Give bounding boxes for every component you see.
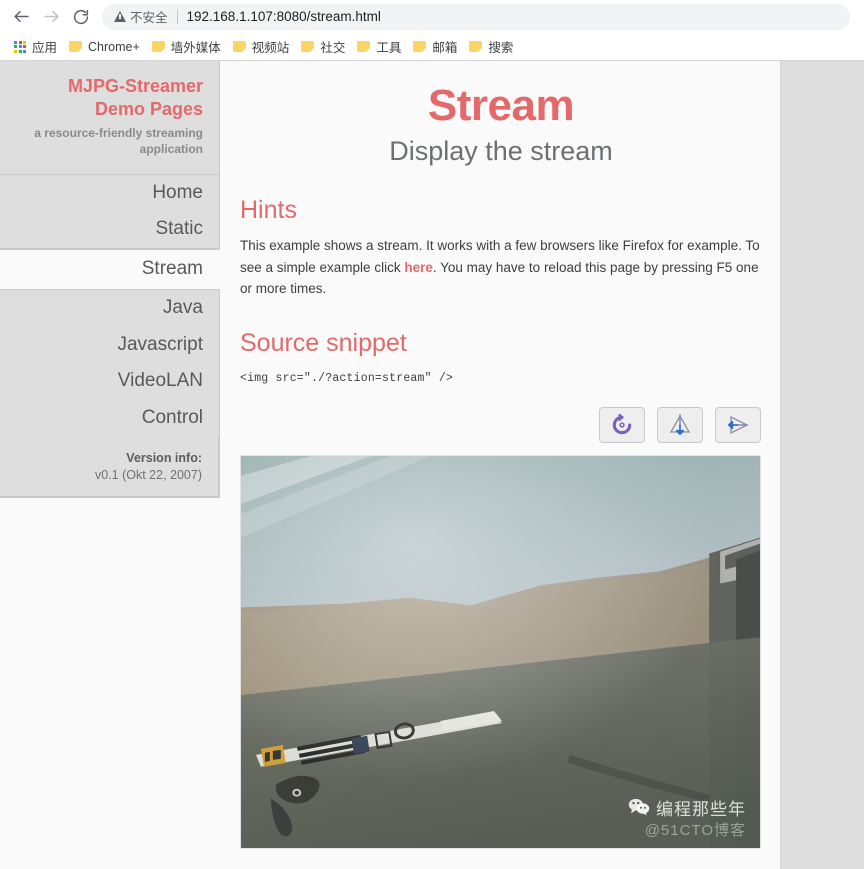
bookmarks-bar: 应用 Chrome+ 墙外媒体 视频站 社交 工具 邮箱 搜索 bbox=[0, 33, 864, 60]
main-content: Stream Display the stream Hints This exa… bbox=[221, 61, 780, 869]
sidebar-version-info: Version info: v0.1 (Okt 22, 2007) bbox=[0, 436, 219, 497]
flip-vertical-icon bbox=[669, 413, 691, 435]
sidebar: MJPG-Streamer Demo Pages a resource-frie… bbox=[0, 61, 220, 869]
stream-image-frame[interactable]: 编程那些年 @51CTO博客 bbox=[240, 454, 761, 849]
bookmark-label: Chrome+ bbox=[88, 39, 140, 54]
sidebar-item-stream[interactable]: Stream bbox=[0, 249, 220, 290]
back-button[interactable] bbox=[6, 3, 36, 31]
bookmark-folder-2[interactable]: 视频站 bbox=[229, 35, 298, 58]
stream-video-image bbox=[241, 455, 760, 848]
bookmark-folder-6[interactable]: 搜索 bbox=[465, 35, 521, 58]
stream-controls bbox=[240, 406, 762, 443]
url-text: 192.168.1.107:8080/stream.html bbox=[186, 9, 381, 24]
sidebar-nav-top: Home Static bbox=[0, 174, 220, 250]
bookmark-folder-1[interactable]: 墙外媒体 bbox=[148, 35, 229, 58]
sidebar-brand: MJPG-Streamer Demo Pages a resource-frie… bbox=[0, 61, 220, 175]
folder-icon bbox=[301, 41, 315, 52]
sidebar-nav-bottom: Java Javascript VideoLAN Control Version… bbox=[0, 289, 220, 498]
apps-grid-icon bbox=[14, 40, 26, 53]
flip-horizontal-icon bbox=[727, 415, 748, 434]
bookmark-folder-4[interactable]: 工具 bbox=[353, 35, 409, 58]
here-link[interactable]: here bbox=[404, 260, 433, 275]
security-chip[interactable]: 不安全 bbox=[114, 7, 168, 26]
tagline-line-2: application bbox=[139, 141, 203, 156]
sidebar-item-control[interactable]: Control bbox=[0, 400, 219, 437]
version-value: v0.1 (Okt 22, 2007) bbox=[94, 467, 202, 482]
page-subtitle: Display the stream bbox=[389, 136, 613, 167]
rotate-icon bbox=[612, 413, 632, 435]
version-title: Version info: bbox=[126, 450, 202, 465]
sidebar-item-java[interactable]: Java bbox=[0, 290, 219, 327]
address-bar[interactable]: 不安全 192.168.1.107:8080/stream.html bbox=[102, 3, 850, 30]
omnibox-separator bbox=[176, 9, 178, 24]
source-snippet-heading: Source snippet bbox=[240, 329, 407, 358]
brand-title: MJPG-Streamer Demo Pages bbox=[8, 75, 203, 121]
folder-icon bbox=[232, 41, 246, 52]
bookmark-label: 应用 bbox=[32, 41, 58, 55]
folder-icon bbox=[469, 41, 483, 52]
brand-line-2: Demo Pages bbox=[94, 99, 203, 120]
bookmark-label: 搜索 bbox=[488, 41, 514, 55]
bookmark-label: 邮箱 bbox=[432, 41, 458, 55]
hints-heading: Hints bbox=[240, 196, 297, 225]
brand-tagline: a resource-friendly streaming applicatio… bbox=[8, 126, 203, 158]
flip-vertical-button[interactable] bbox=[657, 406, 703, 443]
flip-horizontal-button[interactable] bbox=[715, 406, 761, 443]
warning-triangle-icon bbox=[114, 11, 126, 22]
sidebar-item-videolan[interactable]: VideoLAN bbox=[0, 363, 219, 400]
bookmark-label: 墙外媒体 bbox=[170, 41, 221, 55]
tagline-line-1: a resource-friendly streaming bbox=[34, 126, 203, 141]
forward-button[interactable] bbox=[36, 3, 66, 31]
source-snippet-code: <img src="./?action=stream" /> bbox=[240, 371, 454, 385]
bookmark-folder-5[interactable]: 邮箱 bbox=[409, 35, 465, 58]
reload-button[interactable] bbox=[66, 3, 96, 31]
hints-paragraph: This example shows a stream. It works wi… bbox=[240, 235, 762, 301]
rotate-button[interactable] bbox=[599, 406, 645, 443]
page-body: MJPG-Streamer Demo Pages a resource-frie… bbox=[0, 61, 781, 869]
brand-line-1: MJPG-Streamer bbox=[67, 76, 203, 96]
folder-icon bbox=[151, 41, 165, 52]
bookmark-apps[interactable]: 应用 bbox=[8, 35, 65, 58]
bookmark-folder-chrome-plus[interactable]: Chrome+ bbox=[65, 38, 148, 56]
sidebar-item-static[interactable]: Static bbox=[0, 211, 219, 248]
security-label: 不安全 bbox=[130, 11, 168, 25]
page-viewport: MJPG-Streamer Demo Pages a resource-frie… bbox=[0, 61, 864, 869]
folder-icon bbox=[69, 41, 83, 52]
page-title: Stream bbox=[427, 81, 575, 130]
bookmark-label: 视频站 bbox=[251, 41, 290, 55]
sidebar-item-home[interactable]: Home bbox=[0, 175, 219, 212]
browser-toolbar: 不安全 192.168.1.107:8080/stream.html bbox=[0, 0, 864, 33]
bookmark-label: 工具 bbox=[376, 41, 402, 55]
bookmark-label: 社交 bbox=[320, 41, 346, 55]
folder-icon bbox=[357, 41, 371, 52]
browser-chrome: 不安全 192.168.1.107:8080/stream.html 应用 Ch… bbox=[0, 0, 864, 61]
folder-icon bbox=[413, 41, 427, 52]
sidebar-item-javascript[interactable]: Javascript bbox=[0, 327, 219, 364]
bookmark-folder-3[interactable]: 社交 bbox=[297, 35, 353, 58]
